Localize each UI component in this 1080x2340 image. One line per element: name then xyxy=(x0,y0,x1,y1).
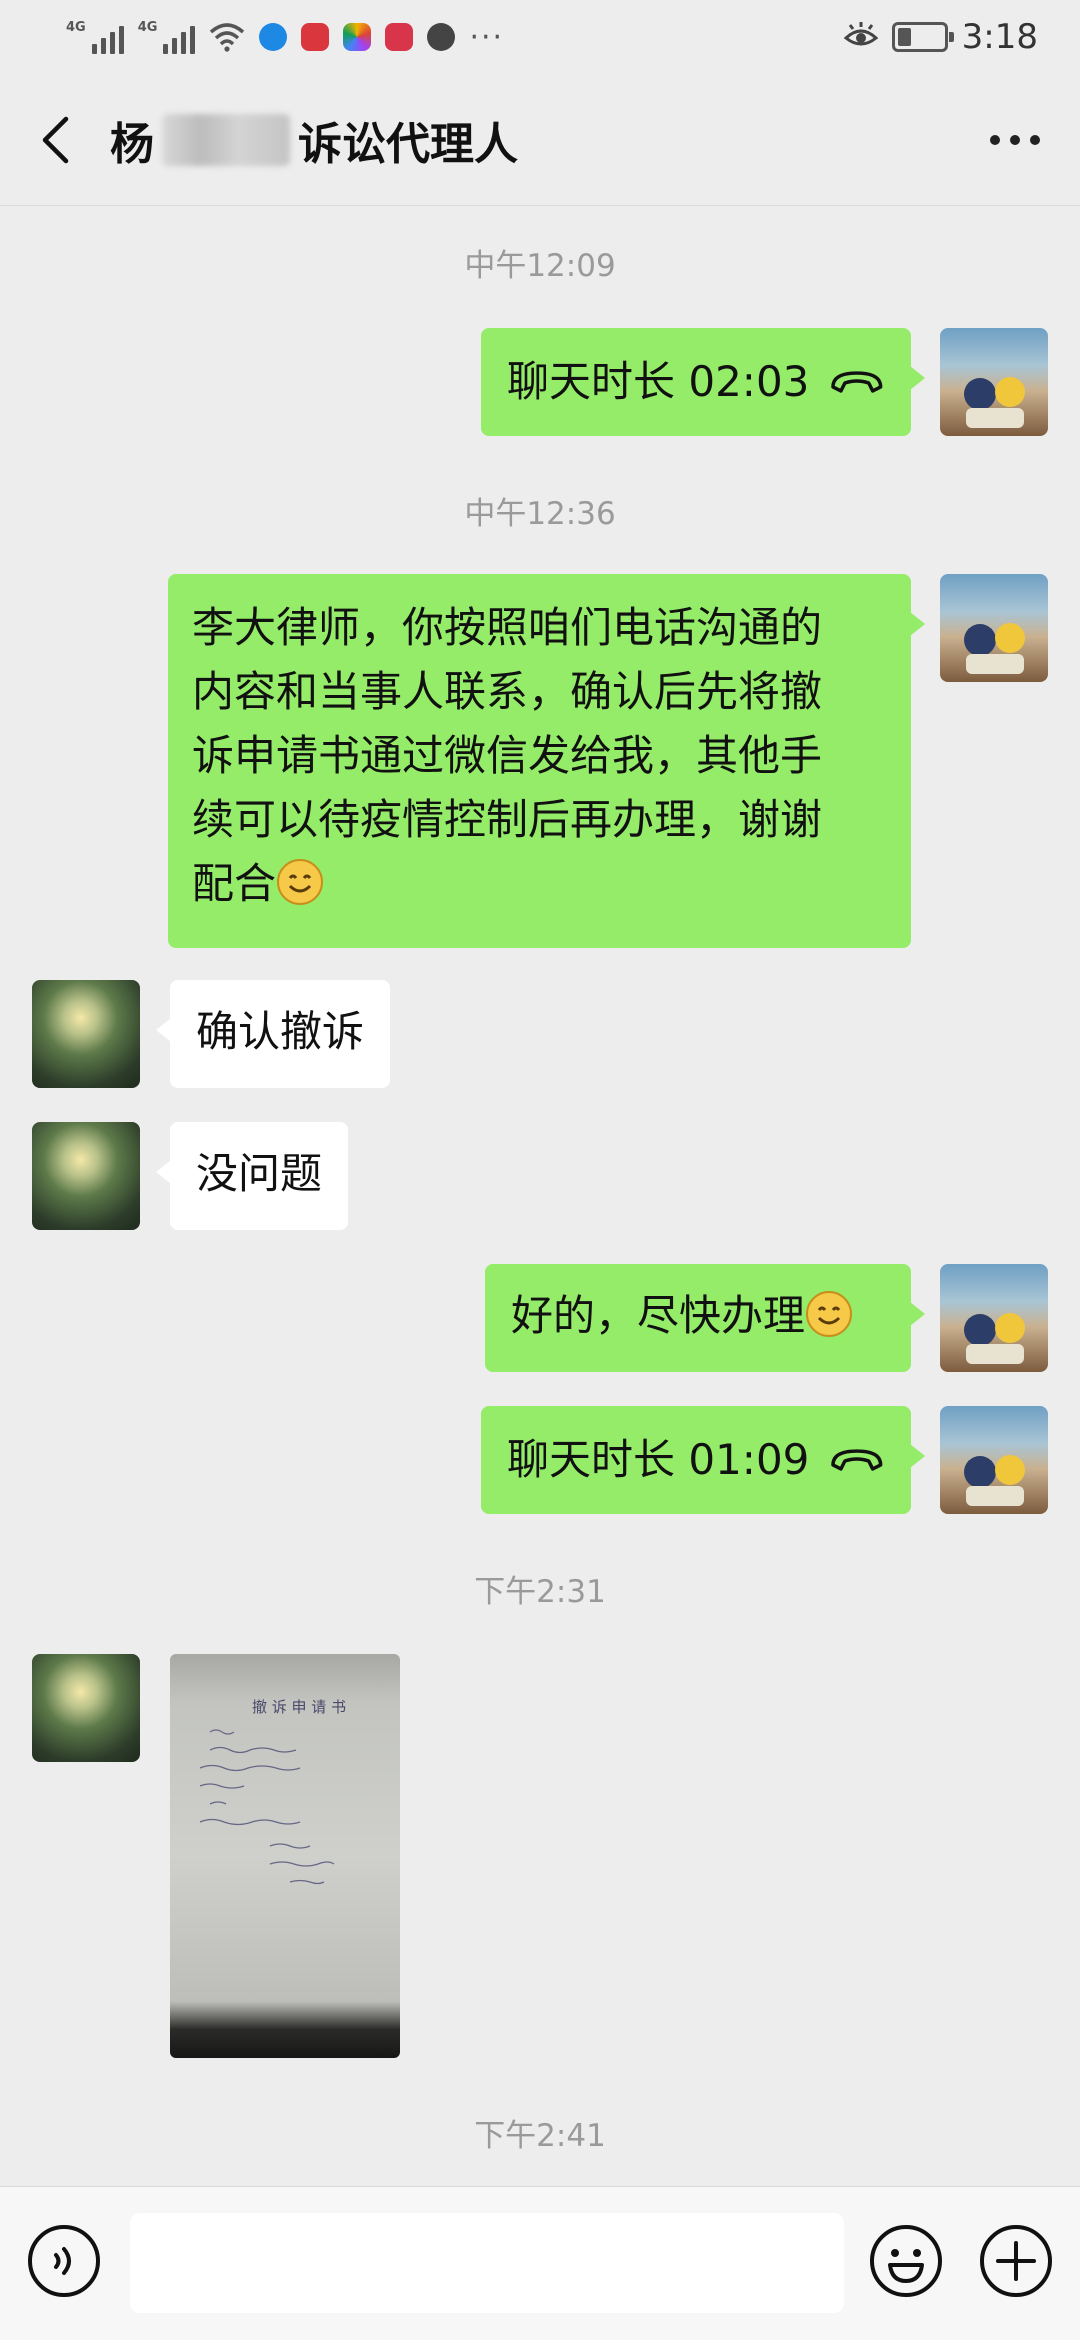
battery-level xyxy=(897,28,911,46)
photos-app-icon xyxy=(343,23,372,51)
document-heading: 撤 诉 申 请 书 xyxy=(252,1698,346,1716)
my-avatar[interactable] xyxy=(940,1406,1048,1514)
handwritten-document-image: 撤 诉 申 请 书 xyxy=(199,1698,346,1885)
back-chevron-icon xyxy=(42,116,69,163)
book-app-icon xyxy=(301,23,330,51)
contact-avatar[interactable] xyxy=(32,1122,140,1230)
call-duration-text: 聊天时长 01:09 xyxy=(507,1435,810,1484)
smile-emoji-icon xyxy=(806,1291,853,1337)
contact-avatar[interactable] xyxy=(32,1654,140,1762)
phone-hangup-icon xyxy=(831,371,883,393)
status-time: 3:18 xyxy=(961,17,1038,57)
message-timestamp: 下午2:31 xyxy=(474,1574,606,1610)
call-record-bubble[interactable]: 聊天时长 01:09 xyxy=(481,1406,925,1514)
eye-comfort-icon xyxy=(843,22,878,46)
redacted-name-block xyxy=(162,113,290,166)
chat-title-prefix: 杨 xyxy=(110,118,154,170)
chat-title-suffix: 诉讼代理人 xyxy=(298,118,518,170)
call-record-bubble[interactable]: 聊天时长 02:03 xyxy=(481,328,925,436)
chat-header: 杨 诉讼代理人 xyxy=(0,74,1080,206)
audio-app-icon xyxy=(427,23,456,51)
status-bar: 4G 4G ··· 3:18 xyxy=(0,0,1080,74)
status-right: 3:18 xyxy=(843,17,1038,57)
message-input[interactable] xyxy=(130,2213,844,2313)
message-line: 诉申请书通过微信发给我，其他手 xyxy=(192,731,823,780)
message-line: 内容和当事人联系，确认后先将撤 xyxy=(192,667,823,716)
contact-avatar[interactable] xyxy=(32,980,140,1088)
message-timestamp: 中午12:36 xyxy=(464,496,616,532)
sent-message-bubble[interactable]: 好的，尽快办理 xyxy=(485,1264,925,1372)
wifi-icon xyxy=(210,23,245,52)
status-left: 4G 4G ··· xyxy=(66,20,504,55)
my-avatar[interactable] xyxy=(940,328,1048,436)
long-message-bubble[interactable]: 李大律师，你按照咱们电话沟通的 内容和当事人联系，确认后先将撤 诉申请书通过微信… xyxy=(168,574,925,948)
network-type-label: 4G xyxy=(66,20,86,35)
message-line-text: 配合 xyxy=(192,859,277,908)
message-line: 续可以待疫情控制后再办理，谢谢 xyxy=(192,795,823,844)
message-timestamp: 下午2:41 xyxy=(474,2118,606,2154)
more-notifications-icon: ··· xyxy=(469,19,505,55)
more-options-button[interactable] xyxy=(950,74,1080,206)
phone-hangup-icon xyxy=(831,1449,883,1471)
browser-app-icon xyxy=(259,23,288,51)
message-timestamp: 中午12:09 xyxy=(464,248,616,284)
my-avatar[interactable] xyxy=(940,574,1048,682)
plus-more-icon[interactable] xyxy=(976,2221,1056,2301)
signal-icon: 4G xyxy=(66,20,124,54)
voice-input-icon[interactable] xyxy=(24,2221,104,2301)
emoji-picker-icon[interactable] xyxy=(866,2221,946,2301)
back-button[interactable] xyxy=(0,74,110,206)
chat-title: 杨 诉讼代理人 xyxy=(110,108,518,172)
received-message-bubble[interactable]: 没问题 xyxy=(155,1122,349,1230)
my-avatar[interactable] xyxy=(940,1264,1048,1372)
network-type-label: 4G xyxy=(137,20,158,35)
message-line: 配合 xyxy=(192,852,887,916)
signal-icon: 4G xyxy=(138,20,196,54)
message-line: 李大律师，你按照咱们电话沟通的 xyxy=(192,603,823,652)
more-dots-icon xyxy=(990,134,1000,145)
received-message-bubble[interactable]: 确认撤诉 xyxy=(155,980,391,1088)
input-bar xyxy=(0,2186,1080,2340)
document-photo[interactable]: 撤 诉 申 请 书 xyxy=(170,1654,400,2058)
message-text: 好的，尽快办理 xyxy=(511,1291,806,1340)
smile-emoji-icon xyxy=(277,859,324,905)
call-duration-text: 聊天时长 02:03 xyxy=(507,357,810,406)
news-app-icon xyxy=(385,23,414,51)
battery-icon xyxy=(891,22,954,52)
